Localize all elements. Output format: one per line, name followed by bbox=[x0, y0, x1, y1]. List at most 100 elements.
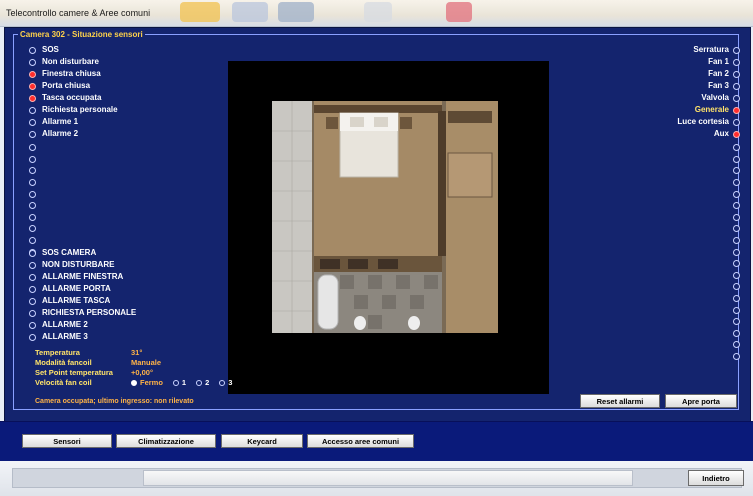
sensor-row: Richiesta personale bbox=[29, 104, 118, 116]
room-status-text: Camera occupata; ultimo ingresso: non ri… bbox=[35, 398, 194, 405]
sensor-row: Finestra chiusa bbox=[29, 68, 118, 80]
alarm-row: ALLARME FINESTRA bbox=[29, 271, 136, 283]
sensor-indicator bbox=[29, 70, 36, 78]
alarm-indicator bbox=[29, 333, 36, 341]
group-legend: Camera 302 - Situazione sensori bbox=[20, 30, 143, 39]
fancoil-mode-value: Manuale bbox=[131, 358, 162, 367]
alarm-row: SOS CAMERA bbox=[29, 247, 136, 259]
spare-indicator bbox=[29, 190, 36, 198]
sensor-indicator bbox=[733, 46, 740, 54]
sensor-row: SOS bbox=[29, 44, 118, 56]
sensor-label: Valvola bbox=[701, 93, 729, 102]
spare-indicator bbox=[733, 341, 740, 349]
alarm-row: ALLARME 2 bbox=[29, 319, 136, 331]
keycard-tab-button[interactable]: Keycard bbox=[221, 434, 303, 448]
spare-indicator bbox=[29, 155, 36, 163]
spare-indicator bbox=[29, 202, 36, 210]
back-button[interactable]: Indietro bbox=[688, 470, 744, 486]
alarm-indicator bbox=[29, 273, 36, 281]
spare-indicator bbox=[29, 144, 36, 152]
spare-indicator bbox=[733, 295, 740, 303]
reset-alarms-button[interactable]: Reset allarmi bbox=[580, 394, 660, 408]
sensor-indicator bbox=[29, 46, 36, 54]
spare-indicator bbox=[733, 167, 740, 175]
fan-radio[interactable] bbox=[172, 380, 179, 386]
setpoint-row: Set Point temperatura +0,00° bbox=[35, 368, 242, 378]
fan-speed-row: Velocità fan coil Fermo 1 2 3 bbox=[35, 378, 242, 388]
header-decoration bbox=[278, 2, 314, 22]
fan-option-label: 2 bbox=[205, 378, 210, 387]
spare-indicator bbox=[733, 329, 740, 337]
sensor-indicator bbox=[733, 94, 740, 102]
spare-indicator bbox=[733, 271, 740, 279]
sensor-row: Allarme 2 bbox=[29, 128, 118, 140]
alarm-indicator bbox=[29, 309, 36, 317]
fan-option-label: Fermo bbox=[140, 378, 163, 387]
spare-indicator bbox=[29, 225, 36, 233]
sensor-row: Serratura bbox=[610, 44, 740, 56]
sensor-row: Fan 1 bbox=[610, 56, 740, 68]
sensors-tab-button[interactable]: Sensori bbox=[22, 434, 112, 448]
spare-indicator bbox=[733, 225, 740, 233]
fan-speed-option-1[interactable]: 1 bbox=[172, 378, 187, 388]
open-door-button[interactable]: Apre porta bbox=[665, 394, 737, 408]
sensor-indicator bbox=[733, 118, 740, 126]
room-floor-plan bbox=[228, 61, 549, 394]
fancoil-mode-label: Modalità fancoil bbox=[35, 358, 92, 367]
title-bar: Telecontrollo camere & Aree comuni bbox=[0, 0, 753, 27]
alarm-label: NON DISTURBARE bbox=[42, 260, 115, 269]
fan-speed-option-2[interactable]: 2 bbox=[196, 378, 209, 388]
spare-indicators-right bbox=[720, 142, 740, 362]
sensor-indicator bbox=[29, 106, 36, 114]
footer-scroll-thumb[interactable] bbox=[143, 470, 633, 486]
spare-indicator bbox=[733, 352, 740, 360]
fan-radio[interactable] bbox=[131, 380, 137, 386]
sensor-indicator bbox=[29, 130, 36, 138]
alarm-row: RICHIESTA PERSONALE bbox=[29, 307, 136, 319]
spare-indicator bbox=[733, 248, 740, 256]
fan-radio[interactable] bbox=[219, 380, 226, 386]
sensor-indicator bbox=[29, 94, 36, 102]
spare-indicator bbox=[733, 283, 740, 291]
alarm-label: ALLARME 2 bbox=[42, 320, 88, 329]
alarm-indicator bbox=[29, 285, 36, 293]
spare-indicator bbox=[733, 260, 740, 268]
sensor-label: Richiesta personale bbox=[42, 105, 118, 114]
footer-scroll-track[interactable] bbox=[12, 468, 742, 488]
sensor-row: Non disturbare bbox=[29, 56, 118, 68]
sensor-label: Generale bbox=[694, 105, 729, 114]
sensor-row: Luce cortesia bbox=[610, 116, 740, 128]
spare-indicator bbox=[29, 179, 36, 187]
spare-indicator bbox=[733, 202, 740, 210]
sensor-label: Non disturbare bbox=[42, 57, 99, 66]
fan-speed-option-stop[interactable]: Fermo bbox=[131, 378, 163, 388]
sensor-indicator bbox=[29, 118, 36, 126]
alarm-indicator bbox=[29, 297, 36, 305]
fan-option-label: 1 bbox=[181, 378, 187, 387]
spare-indicator bbox=[29, 213, 36, 221]
fan-option-label: 3 bbox=[228, 378, 233, 387]
common-areas-tab-button[interactable]: Accesso aree comuni bbox=[307, 434, 414, 448]
sensor-indicator bbox=[29, 58, 36, 66]
sensor-row: Porta chiusa bbox=[29, 80, 118, 92]
header-decoration bbox=[364, 2, 392, 22]
sensor-label: Serratura bbox=[693, 45, 729, 54]
sensor-label: SOS bbox=[42, 45, 59, 54]
spare-indicator bbox=[733, 155, 740, 163]
window-title: Telecontrollo camere & Aree comuni bbox=[6, 8, 151, 18]
alarm-label: ALLARME FINESTRA bbox=[42, 272, 124, 281]
spare-indicators-left bbox=[29, 142, 42, 258]
header-decoration bbox=[446, 2, 472, 22]
alarm-row: ALLARME TASCA bbox=[29, 295, 136, 307]
sensor-indicator bbox=[733, 58, 740, 66]
sensor-indicator bbox=[733, 70, 740, 78]
spare-indicator bbox=[733, 179, 740, 187]
sensor-row: Valvola bbox=[610, 92, 740, 104]
sensor-list-left: SOS Non disturbare Finestra chiusa Porta… bbox=[29, 44, 118, 140]
spare-indicator bbox=[733, 213, 740, 221]
fan-radio[interactable] bbox=[196, 380, 203, 386]
fan-speed-option-3[interactable]: 3 bbox=[219, 378, 232, 388]
header-decoration bbox=[180, 2, 220, 22]
climate-tab-button[interactable]: Climatizzazione bbox=[116, 434, 216, 448]
alarm-label: ALLARME TASCA bbox=[42, 296, 111, 305]
